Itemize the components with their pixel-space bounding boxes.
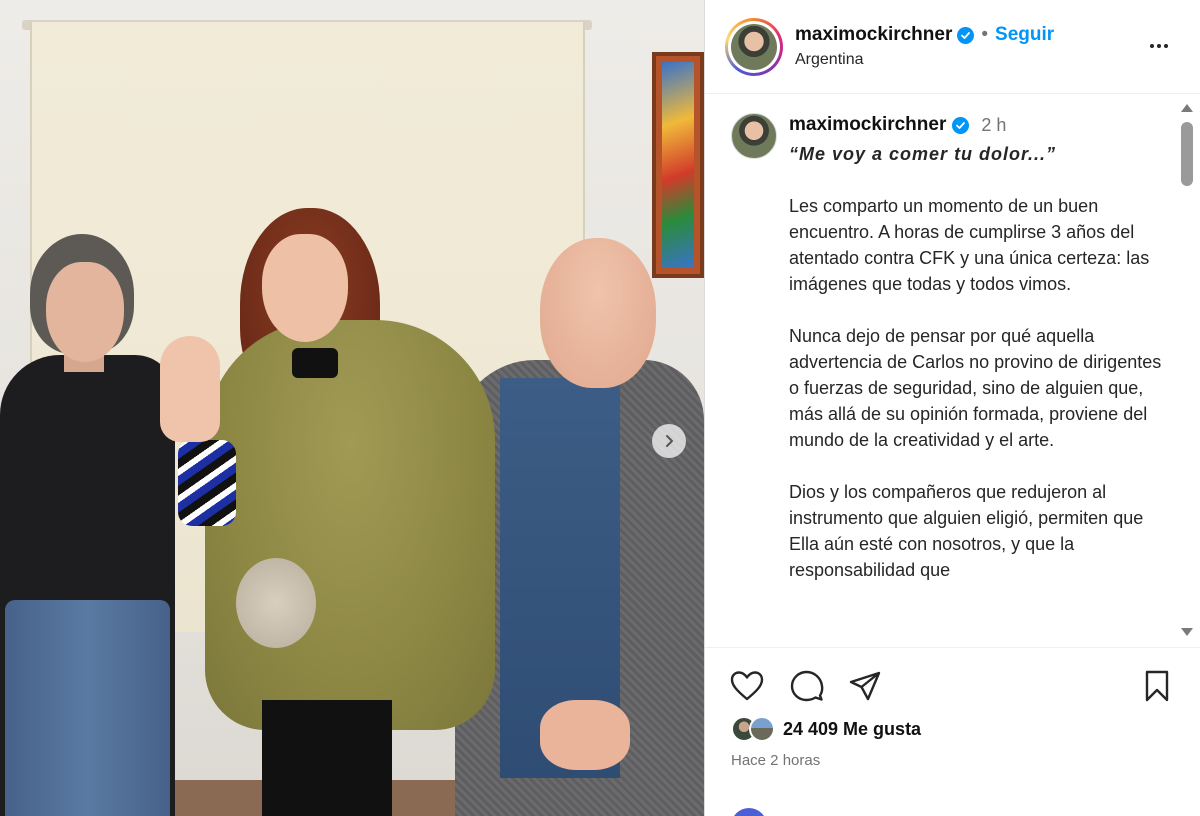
caption-paragraph: Les comparto un momento de un buen encue… — [789, 196, 1150, 294]
person-center-collar — [292, 348, 338, 378]
post-header: maximockirchner • Seguir Argentina — [705, 0, 1200, 94]
header-username[interactable]: maximockirchner — [795, 24, 952, 46]
more-options-icon[interactable] — [1141, 32, 1177, 60]
caption-area[interactable]: maximockirchner 2 h “Me voy a comer tu d… — [705, 95, 1200, 647]
follow-button[interactable]: Seguir — [995, 24, 1054, 46]
verified-badge-icon — [957, 26, 975, 44]
caption-username[interactable]: maximockirchner — [789, 114, 946, 136]
scrollbar-thumb[interactable] — [1181, 122, 1193, 186]
caption-time: 2 h — [981, 114, 1007, 135]
person-left-jeans — [5, 600, 170, 816]
person-center-sleeve — [178, 440, 236, 526]
person-right-hand — [540, 700, 630, 770]
caption-paragraph: Dios y los compañeros que redujeron al i… — [789, 482, 1144, 580]
post-photo[interactable] — [0, 0, 704, 816]
chevron-right-icon — [666, 435, 673, 447]
caption-avatar[interactable] — [731, 113, 777, 159]
separator-dot: • — [981, 24, 989, 45]
avatar — [731, 24, 777, 70]
person-center-pants — [262, 700, 392, 816]
caption-paragraph: Nunca dejo de pensar por qué aquella adv… — [789, 326, 1162, 450]
photo-painting — [652, 52, 704, 278]
header-location[interactable]: Argentina — [795, 51, 864, 69]
person-left-face — [46, 262, 124, 362]
post-side-panel: maximockirchner • Seguir Argentina maxim… — [704, 0, 1200, 816]
caption-scrollbar[interactable] — [1180, 100, 1194, 640]
comment-icon[interactable] — [789, 668, 825, 704]
person-center-coat — [205, 320, 495, 730]
caption-quote: “Me voy a comer tu dolor...” — [789, 144, 1057, 164]
person-right-head — [540, 238, 656, 388]
header-user-row: maximockirchner • Seguir — [795, 24, 1054, 46]
person-center-fur-pocket — [236, 558, 316, 648]
caption-text: “Me voy a comer tu dolor...” Les compart… — [789, 141, 1165, 609]
likes-count[interactable]: 24 409 Me gusta — [783, 719, 921, 740]
verified-badge-icon — [952, 116, 970, 134]
story-avatar[interactable] — [725, 18, 783, 76]
heart-icon[interactable] — [729, 668, 765, 704]
bookmark-icon[interactable] — [1139, 668, 1175, 704]
scroll-up-arrow-icon[interactable] — [1181, 104, 1193, 112]
carousel-next-button[interactable] — [652, 424, 686, 458]
emoji-avatar-icon[interactable] — [731, 808, 767, 816]
scroll-down-arrow-icon[interactable] — [1181, 628, 1193, 636]
share-icon[interactable] — [847, 668, 883, 704]
person-center-face — [262, 234, 348, 342]
person-center-v-sign-hand — [160, 336, 220, 442]
caption-user-row: maximockirchner 2 h — [789, 114, 1006, 136]
posted-ago[interactable]: Hace 2 horas — [731, 752, 820, 769]
post-actions: 24 409 Me gusta Hace 2 horas — [705, 647, 1200, 816]
likes-row[interactable]: 24 409 Me gusta — [731, 716, 921, 742]
liker-avatar — [749, 716, 775, 742]
